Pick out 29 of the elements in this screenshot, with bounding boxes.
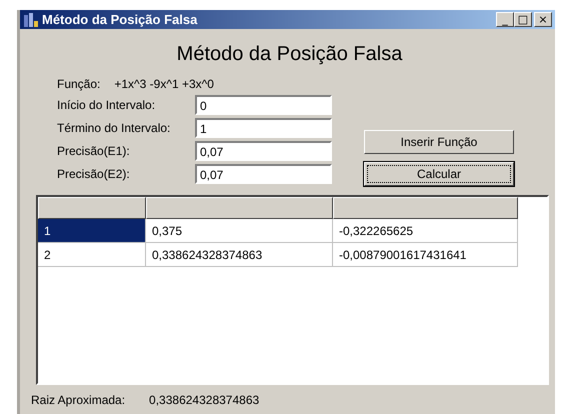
minimize-button[interactable]: _: [496, 12, 514, 27]
result-value: 0,338624328374863: [149, 393, 260, 407]
column-header[interactable]: [333, 197, 518, 219]
input-field[interactable]: 0,07: [195, 140, 332, 160]
maximize-button[interactable]: □: [514, 12, 532, 27]
column-header[interactable]: [38, 197, 146, 219]
result-label: Raiz Aproximada:: [31, 393, 126, 407]
window-title: Método da Posição Falsa: [42, 12, 198, 27]
field-label: Início do Intervalo:: [57, 98, 156, 112]
field-label: Precisão(E2):: [57, 166, 131, 180]
table-cell: -0,00879001617431641: [333, 243, 518, 267]
table-cell: -0,322265625: [333, 219, 518, 243]
close-button[interactable]: ×: [534, 12, 552, 27]
function-value: +1x^3 -9x^1 +3x^0: [114, 77, 214, 91]
table-cell: 1: [38, 219, 146, 243]
table-cell: 0,375: [146, 219, 333, 243]
field-label: Término do Intervalo:: [57, 120, 172, 134]
field-label: Precisão(E1):: [57, 144, 131, 158]
app-icon: [23, 12, 39, 28]
form-heading: Método da Posição Falsa: [176, 43, 404, 66]
function-label: Função:: [57, 77, 100, 91]
table-cell: 2: [38, 243, 146, 267]
input-field[interactable]: 0: [195, 94, 332, 114]
input-field[interactable]: 1: [195, 118, 332, 138]
table-cell: 0,338624328374863: [146, 243, 333, 267]
action-button[interactable]: Inserir Função: [364, 130, 514, 154]
action-button[interactable]: Calcular: [364, 162, 514, 186]
input-field[interactable]: 0,07: [195, 164, 332, 184]
column-header[interactable]: [146, 197, 333, 219]
